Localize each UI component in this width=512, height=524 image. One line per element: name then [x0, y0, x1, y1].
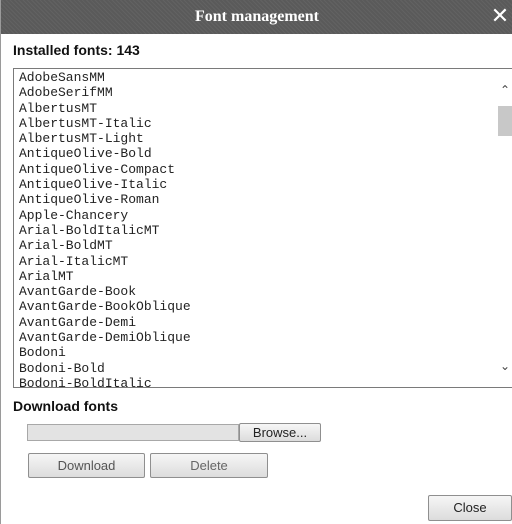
list-item[interactable]: AntiqueOlive-Roman	[19, 192, 494, 207]
list-item[interactable]: AvantGarde-Book	[19, 284, 494, 299]
installed-fonts-count: Installed fonts: 143	[13, 42, 140, 58]
list-item[interactable]: AdobeSansMM	[19, 70, 494, 85]
dialog-titlebar: Font management ✕	[1, 0, 512, 34]
list-item[interactable]: AlbertusMT-Italic	[19, 116, 494, 131]
font-items: AdobeSansMM AdobeSerifMM AlbertusMT Albertu…	[19, 70, 494, 387]
installed-fonts-list[interactable]: AdobeSansMM AdobeSerifMM AlbertusMT Albertu…	[13, 68, 512, 388]
list-item[interactable]: Bodoni-BoldItalic	[19, 376, 494, 387]
browse-button[interactable]: Browse...	[239, 423, 321, 442]
dialog-title: Font management	[195, 8, 319, 25]
list-item[interactable]: Arial-ItalicMT	[19, 254, 494, 269]
delete-button[interactable]: Delete	[150, 453, 268, 478]
download-button[interactable]: Download	[28, 453, 145, 478]
scrollbar-thumb[interactable]	[498, 106, 512, 136]
font-management-dialog: Font management ✕ Installed fonts: 143 A…	[0, 0, 512, 524]
list-item[interactable]: AlbertusMT	[19, 101, 494, 116]
list-item[interactable]: Arial-BoldItalicMT	[19, 223, 494, 238]
download-fonts-heading: Download fonts	[13, 398, 118, 414]
list-item[interactable]: AntiqueOlive-Italic	[19, 177, 494, 192]
file-path-field[interactable]	[27, 424, 239, 441]
list-item[interactable]: AvantGarde-BookOblique	[19, 299, 494, 314]
list-item[interactable]: AvantGarde-Demi	[19, 315, 494, 330]
close-button[interactable]: Close	[428, 495, 512, 521]
chevron-up-icon[interactable]: ⌃	[496, 81, 512, 99]
list-item[interactable]: AntiqueOlive-Bold	[19, 146, 494, 161]
list-item[interactable]: AdobeSerifMM	[19, 85, 494, 100]
chevron-down-icon[interactable]: ⌄	[496, 357, 512, 375]
list-item[interactable]: ArialMT	[19, 269, 494, 284]
list-item[interactable]: Bodoni	[19, 345, 494, 360]
list-item[interactable]: AntiqueOlive-Compact	[19, 162, 494, 177]
list-item[interactable]: AlbertusMT-Light	[19, 131, 494, 146]
list-scrollbar[interactable]: ⌃ ⌄	[496, 69, 512, 387]
list-item[interactable]: Arial-BoldMT	[19, 238, 494, 253]
list-item[interactable]: Bodoni-Bold	[19, 361, 494, 376]
list-item[interactable]: Apple-Chancery	[19, 208, 494, 223]
close-x-icon[interactable]: ✕	[489, 6, 511, 28]
list-item[interactable]: AvantGarde-DemiOblique	[19, 330, 494, 345]
